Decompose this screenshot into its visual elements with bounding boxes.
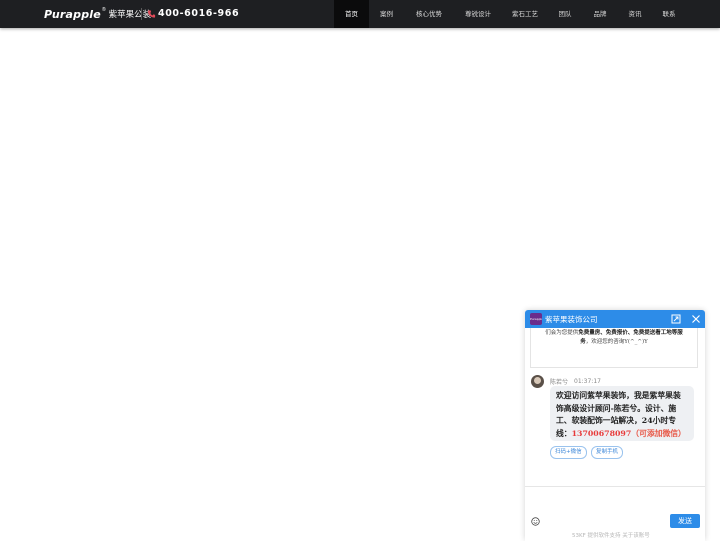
avatar: [531, 374, 544, 388]
message-bubble: 欢迎访问紫苹果装饰，我是紫苹果装饰高级设计顾问-陈若兮。设计、施工、软装配饰一站…: [550, 386, 694, 441]
logo-wordmark: Purapple: [44, 7, 101, 21]
nav-item-contact[interactable]: 联系: [652, 0, 686, 28]
chat-company-logo: Purapple: [530, 313, 542, 325]
nav-item-brand[interactable]: 品牌: [582, 0, 618, 28]
chat-widget: Purapple 紫苹果装饰公司 们会为您提供免费量房、免费报价、免费提送看工地…: [525, 310, 705, 541]
brand-logo[interactable]: Purapple ® 紫苹果公装: [44, 6, 151, 22]
nav-item-home[interactable]: 首页: [334, 0, 369, 28]
close-icon[interactable]: [691, 314, 701, 324]
logo-registered-mark: ®: [101, 7, 106, 13]
top-navbar: Purapple ® 紫苹果公装 400-6016-966 首页 案例 核心优势…: [0, 0, 720, 28]
chat-notice: 们会为您提供免费量房、免费报价、免费提送看工地等服 务，欢迎您的咨询Y(^_^)…: [530, 328, 698, 368]
emoji-icon[interactable]: [531, 517, 540, 526]
chat-footer[interactable]: 53KF 提供软件支持 关于该账号: [572, 531, 650, 539]
phone-icon: [147, 10, 156, 18]
notice-text-pre: 们会为您提供: [545, 330, 579, 336]
main-nav: 首页 案例 核心优势 尊锐设计 紫石工艺 团队 品牌 资讯 联系: [334, 0, 686, 28]
nav-item-design[interactable]: 尊锐设计: [454, 0, 502, 28]
chat-title: 紫苹果装饰公司: [545, 315, 598, 324]
quick-reply-copy-phone[interactable]: 复制手机: [591, 446, 624, 459]
nav-item-news[interactable]: 资讯: [618, 0, 652, 28]
expand-icon[interactable]: [671, 314, 681, 324]
message-phone[interactable]: 13700678097: [572, 429, 632, 438]
message-suffix: （可添加微信）: [631, 428, 686, 438]
send-button[interactable]: 发送: [670, 514, 700, 528]
chat-header: Purapple 紫苹果装饰公司: [525, 310, 705, 328]
nav-item-advantages[interactable]: 核心优势: [404, 0, 454, 28]
notice-text-post: ，欢迎您的咨询Y(^_^)Y: [585, 339, 648, 345]
logo-chinese-name: 紫苹果公装: [108, 10, 152, 20]
nav-item-cases[interactable]: 案例: [369, 0, 404, 28]
nav-item-team[interactable]: 团队: [548, 0, 582, 28]
message-timestamp: 01:37:17: [574, 377, 601, 385]
header-divider: [141, 8, 142, 20]
hotline-number[interactable]: 400-6016-966: [158, 8, 239, 19]
nav-item-craft[interactable]: 紫石工艺: [502, 0, 548, 28]
quick-reply-wechat[interactable]: 扫码+微信: [550, 446, 587, 459]
agent-name: 陈若兮: [550, 378, 569, 386]
notice-text-highlight: 免费量房、免费报价、免费提送看工地等服: [578, 330, 683, 336]
